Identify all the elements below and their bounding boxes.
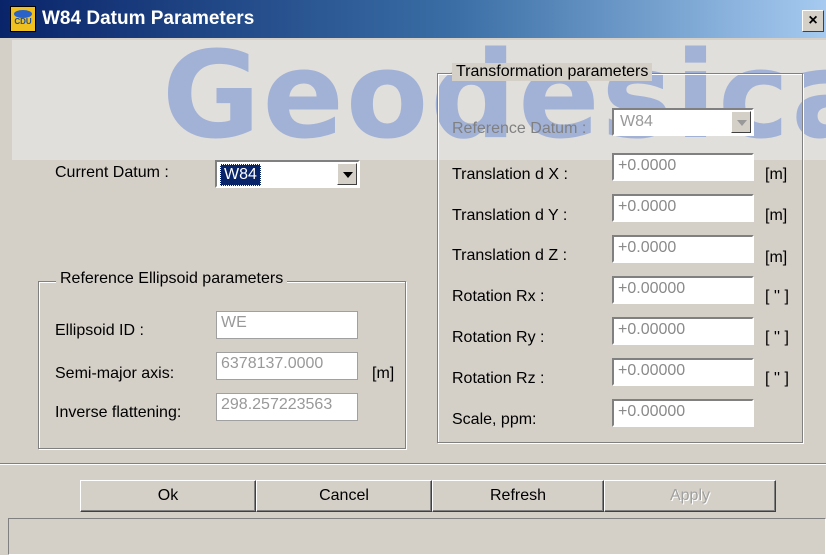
apply-button[interactable]: Apply [604, 480, 776, 512]
scale-field[interactable]: +0.00000 [612, 399, 754, 427]
rotation-rx-field[interactable]: +0.00000 [612, 276, 754, 304]
rotation-ry-label: Rotation Ry : [452, 329, 545, 346]
cancel-button[interactable]: Cancel [256, 480, 432, 512]
ellipsoid-id-field[interactable]: WE [216, 311, 358, 339]
translation-dz-label: Translation d Z : [452, 247, 568, 264]
rotation-rz-label: Rotation Rz : [452, 370, 545, 387]
scale-label: Scale, ppm: [452, 411, 537, 428]
translation-dx-label: Translation d X : [452, 166, 568, 183]
reference-datum-label: Reference Datum : [452, 120, 587, 137]
rotation-rz-field[interactable]: +0.00000 [612, 358, 754, 386]
reference-datum-select[interactable]: W84 [612, 108, 754, 136]
inverse-flattening-label: Inverse flattening: [55, 404, 182, 421]
current-datum-label: Current Datum : [55, 164, 169, 181]
translation-dx-unit: [m] [765, 166, 788, 183]
semi-major-unit: [m] [372, 365, 395, 382]
current-datum-select[interactable]: W84 [215, 160, 360, 188]
ok-button[interactable]: Ok [80, 480, 256, 512]
separator [0, 463, 826, 465]
translation-dy-unit: [m] [765, 207, 788, 224]
rotation-rx-unit: [ '' ] [765, 288, 789, 305]
status-bar [8, 518, 826, 555]
refresh-button[interactable]: Refresh [432, 480, 604, 512]
ellipsoid-id-label: Ellipsoid ID : [55, 322, 144, 339]
rotation-ry-field[interactable]: +0.00000 [612, 317, 754, 345]
ellipsoid-group-title: Reference Ellipsoid parameters [56, 270, 288, 288]
semi-major-label: Semi-major axis: [55, 365, 175, 382]
rotation-rz-unit: [ '' ] [765, 370, 789, 387]
translation-dy-field[interactable]: +0.0000 [612, 194, 754, 222]
reference-datum-value: W84 [620, 113, 653, 130]
semi-major-field[interactable]: 6378137.0000 [216, 352, 358, 380]
translation-dx-field[interactable]: +0.0000 [612, 153, 754, 181]
app-icon: CDU [10, 6, 36, 32]
translation-dz-field[interactable]: +0.0000 [612, 235, 754, 263]
rotation-ry-unit: [ '' ] [765, 329, 789, 346]
rotation-rx-label: Rotation Rx : [452, 288, 545, 305]
inverse-flattening-field[interactable]: 298.257223563 [216, 393, 358, 421]
translation-dy-label: Translation d Y : [452, 207, 568, 224]
transformation-group-title: Transformation parameters [452, 63, 653, 81]
current-datum-value: W84 [220, 164, 261, 186]
chevron-down-icon[interactable] [731, 111, 751, 133]
translation-dz-unit: [m] [765, 249, 788, 266]
chevron-down-icon[interactable] [337, 163, 357, 185]
